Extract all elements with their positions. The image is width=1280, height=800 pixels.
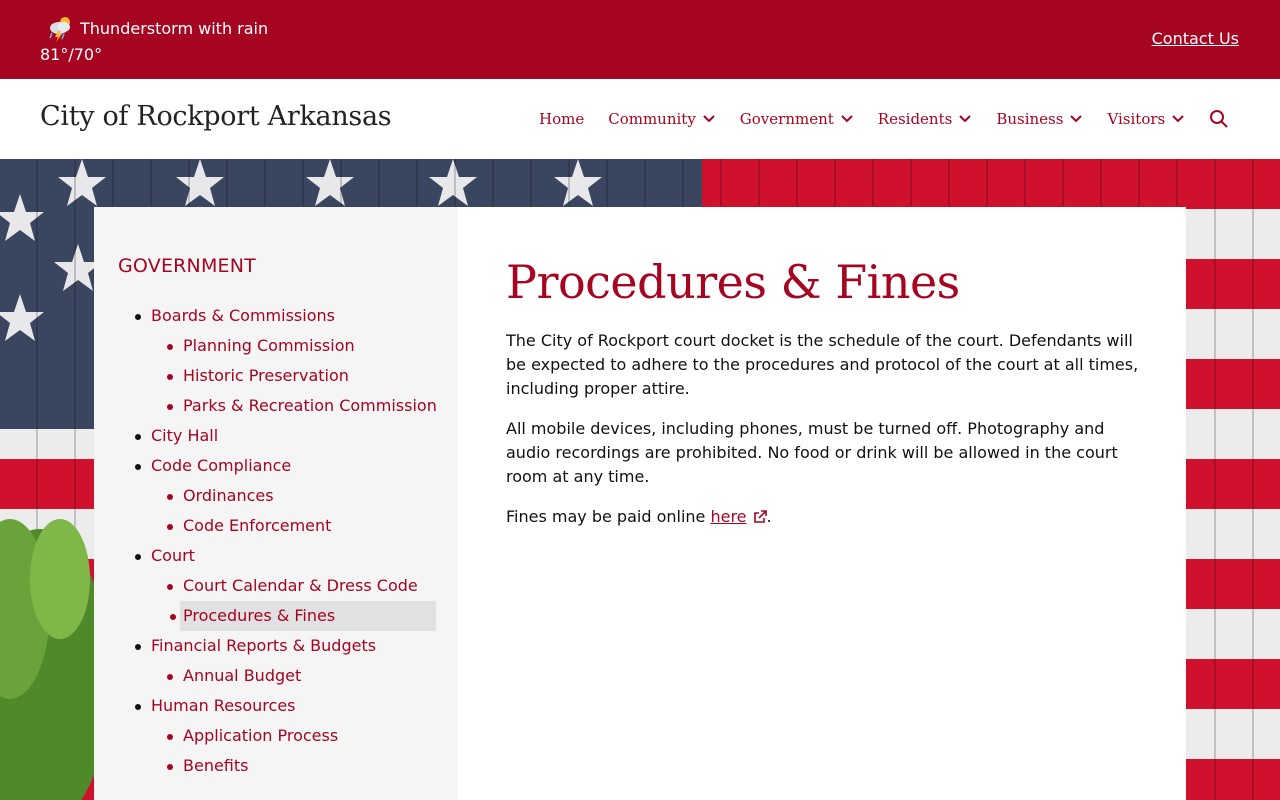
nav-government-label: Government: [739, 110, 834, 128]
sidebar-item-procedures-fines[interactable]: Procedures & Fines: [180, 601, 436, 631]
chevron-down-icon: [1172, 115, 1184, 123]
nav-government[interactable]: Government: [740, 110, 854, 128]
sidebar-group-boards: Boards & Commissions Planning Commission…: [151, 301, 441, 421]
sidebar-group-city-hall: City Hall: [151, 421, 441, 451]
nav-residents-label: Residents: [877, 110, 953, 128]
chevron-down-icon: [1070, 115, 1083, 123]
nav-home-label: Home: [539, 110, 585, 128]
sidebar-list: Boards & Commissions Planning Commission…: [151, 301, 441, 781]
nav-community-label: Community: [608, 110, 696, 128]
search-icon[interactable]: [1209, 109, 1229, 129]
thunderstorm-icon: [46, 14, 80, 42]
external-link-icon: [753, 510, 767, 523]
contact-us-link[interactable]: Contact Us: [1152, 29, 1239, 48]
nav-home[interactable]: Home: [539, 110, 584, 128]
sidebar-nav: GOVERNMENT Boards & Commissions Planning…: [94, 207, 458, 800]
weather-temperature: 81°/70°: [40, 45, 103, 64]
weather-widget: Thunderstorm with rain 81°/70°: [40, 14, 268, 68]
nav-community[interactable]: Community: [608, 110, 716, 128]
chevron-down-icon: [959, 115, 972, 123]
sidebar-item-court-calendar[interactable]: Court Calendar & Dress Code: [183, 571, 441, 601]
sidebar-group-financial: Financial Reports & Budgets Annual Budge…: [151, 631, 441, 691]
sidebar-item-boards-commissions[interactable]: Boards & Commissions: [151, 301, 441, 331]
sidebar-item-parks-recreation[interactable]: Parks & Recreation Commission: [183, 391, 441, 421]
alert-bar: Thunderstorm with rain 81°/70° Contact U…: [0, 0, 1280, 79]
content-paragraph: All mobile devices, including phones, mu…: [506, 419, 1118, 486]
weather-condition: Thunderstorm with rain: [80, 18, 269, 38]
sidebar-item-human-resources[interactable]: Human Resources: [151, 691, 441, 721]
pay-fines-link[interactable]: here: [710, 507, 767, 526]
nav-residents[interactable]: Residents: [878, 110, 973, 128]
site-header: City of Rockport Arkansas Home Community…: [0, 79, 1280, 159]
sidebar-item-historic-preservation[interactable]: Historic Preservation: [183, 361, 441, 391]
sidebar-group-court: Court Court Calendar & Dress Code Proced…: [151, 541, 441, 631]
fines-text: Fines may be paid online: [506, 507, 706, 526]
sidebar-group-human-resources: Human Resources Application Process Bene…: [151, 691, 441, 781]
sidebar-item-benefits[interactable]: Benefits: [183, 751, 441, 781]
nav-visitors-label: Visitors: [1107, 110, 1166, 128]
sidebar-group-code-compliance: Code Compliance Ordinances Code Enforcem…: [151, 451, 441, 541]
sidebar-heading[interactable]: GOVERNMENT: [118, 255, 256, 277]
sidebar-item-financial-reports[interactable]: Financial Reports & Budgets: [151, 631, 441, 661]
fines-text-end: .: [766, 507, 772, 526]
sidebar-item-annual-budget[interactable]: Annual Budget: [183, 661, 441, 691]
site-title[interactable]: City of Rockport Arkansas: [40, 101, 392, 132]
nav-business-label: Business: [996, 110, 1064, 128]
chevron-down-icon: [841, 115, 853, 123]
content-paragraph: Fines may be paid online here.: [506, 505, 1142, 529]
sidebar-item-city-hall[interactable]: City Hall: [151, 421, 441, 451]
sidebar-item-code-compliance[interactable]: Code Compliance: [151, 451, 441, 481]
sidebar-item-planning-commission[interactable]: Planning Commission: [183, 331, 441, 361]
nav-business[interactable]: Business: [996, 110, 1083, 128]
pay-fines-link-label: here: [710, 507, 747, 526]
sidebar-item-application-process[interactable]: Application Process: [183, 721, 441, 751]
content-paragraph: The City of Rockport court docket is the…: [506, 331, 1139, 398]
chevron-down-icon: [703, 115, 715, 123]
main-nav: Home Community Government Residents Busi…: [539, 109, 1229, 129]
nav-visitors[interactable]: Visitors: [1107, 110, 1185, 128]
sidebar-item-court[interactable]: Court: [151, 541, 441, 571]
sidebar-item-ordinances[interactable]: Ordinances: [183, 481, 441, 511]
main-content: Procedures & Fines The City of Rockport …: [458, 207, 1186, 800]
page-title: Procedures & Fines: [506, 255, 960, 309]
sidebar-item-code-enforcement[interactable]: Code Enforcement: [183, 511, 441, 541]
